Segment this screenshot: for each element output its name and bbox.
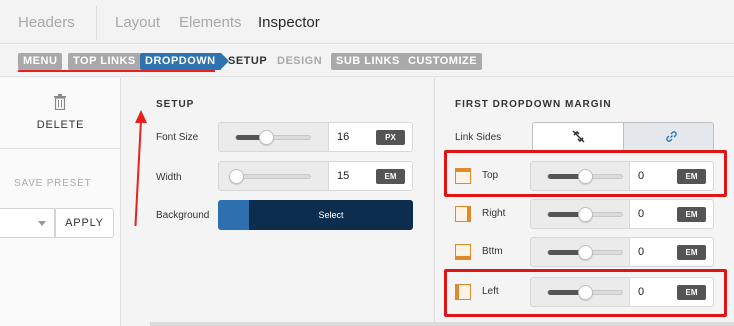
preset-panel: DELETE SAVE PRESET APPLY xyxy=(0,78,121,326)
margin-right-row: Right 0 EM xyxy=(446,199,714,229)
unit-toggle[interactable]: EM xyxy=(677,207,706,222)
margin-right-slider[interactable] xyxy=(530,199,630,229)
setup-panel: SETUP Font Size 16 PX Width 15 EM Backgr… xyxy=(122,78,435,326)
link-sides-label: Link Sides xyxy=(455,132,502,143)
tab-headers[interactable]: Headers xyxy=(18,14,75,31)
font-size-label: Font Size xyxy=(156,132,199,143)
slider-thumb[interactable] xyxy=(578,245,593,260)
margin-right-value: 0 xyxy=(638,208,645,220)
margin-bottom-slider[interactable] xyxy=(530,237,630,267)
side-label: Bttm xyxy=(482,246,503,257)
tab-layout[interactable]: Layout xyxy=(115,14,160,31)
font-size-slider[interactable] xyxy=(218,122,329,152)
font-size-input[interactable]: 16 PX xyxy=(329,122,413,152)
unit-toggle[interactable]: EM xyxy=(376,169,405,184)
annotation-arrow-head xyxy=(135,110,147,123)
annotation-box-top xyxy=(444,150,727,197)
preset-select[interactable] xyxy=(0,208,55,238)
setup-title: SETUP xyxy=(156,99,195,110)
slider-track xyxy=(547,245,623,260)
tab-divider xyxy=(96,6,97,40)
divider xyxy=(0,148,121,149)
margin-bottom-input[interactable]: 0 EM xyxy=(630,237,714,267)
width-slider[interactable] xyxy=(218,161,329,191)
margin-right-input[interactable]: 0 EM xyxy=(630,199,714,229)
link-button[interactable] xyxy=(624,123,713,151)
margin-title: FIRST DROPDOWN MARGIN xyxy=(455,99,612,110)
crumb-setup[interactable]: SETUP xyxy=(223,53,272,70)
crumb-menu[interactable]: MENU xyxy=(18,53,63,70)
crumb-design[interactable]: DESIGN xyxy=(272,53,327,70)
crumb-sub-links[interactable]: SUB LINKS xyxy=(331,53,405,70)
scroll-strip xyxy=(150,322,734,326)
tab-elements[interactable]: Elements xyxy=(179,14,242,31)
unlink-button[interactable] xyxy=(533,123,624,151)
crumb-top-links[interactable]: TOP LINKS xyxy=(68,53,141,70)
color-swatch[interactable] xyxy=(218,200,249,230)
breadcrumb: MENU TOP LINKS DROPDOWN SETUP DESIGN SUB… xyxy=(0,45,734,77)
side-label: Right xyxy=(482,208,506,219)
unit-toggle[interactable]: EM xyxy=(677,245,706,260)
width-value: 15 xyxy=(337,170,350,182)
margin-right-icon xyxy=(455,206,471,222)
trash-icon[interactable] xyxy=(53,94,67,110)
annotation-box-left xyxy=(444,269,727,317)
unlink-icon xyxy=(572,130,585,143)
save-preset-label: SAVE PRESET xyxy=(14,178,92,189)
tab-inspector[interactable]: Inspector xyxy=(258,14,320,31)
width-input[interactable]: 15 EM xyxy=(329,161,413,191)
unit-toggle[interactable]: PX xyxy=(376,130,405,145)
delete-button[interactable]: DELETE xyxy=(0,119,121,131)
slider-track xyxy=(235,130,311,145)
link-sides-toggle[interactable] xyxy=(532,122,714,152)
slider-thumb[interactable] xyxy=(578,207,593,222)
width-label: Width xyxy=(156,172,182,183)
font-size-value: 16 xyxy=(337,131,350,143)
link-icon xyxy=(666,131,677,142)
crumb-customize[interactable]: CUSTOMIZE xyxy=(403,53,483,70)
crumb-dropdown[interactable]: DROPDOWN xyxy=(140,53,229,70)
background-picker[interactable]: Select xyxy=(218,200,413,230)
margin-bottom-row: Bttm 0 EM xyxy=(446,237,714,267)
margin-panel: FIRST DROPDOWN MARGIN Link Sides Top 0 E… xyxy=(436,78,734,326)
background-label: Background xyxy=(156,210,210,221)
annotation-underline xyxy=(18,70,215,72)
apply-button[interactable]: APPLY xyxy=(55,208,114,238)
chevron-down-icon xyxy=(38,221,46,226)
background-select-button[interactable]: Select xyxy=(249,200,413,230)
margin-bottom-icon xyxy=(455,244,471,260)
slider-thumb[interactable] xyxy=(258,130,274,145)
slider-track xyxy=(547,207,623,222)
slider-track xyxy=(229,169,311,184)
margin-bottom-value: 0 xyxy=(638,246,645,258)
slider-thumb[interactable] xyxy=(229,169,244,184)
top-tab-bar: Headers Layout Elements Inspector xyxy=(0,0,734,44)
